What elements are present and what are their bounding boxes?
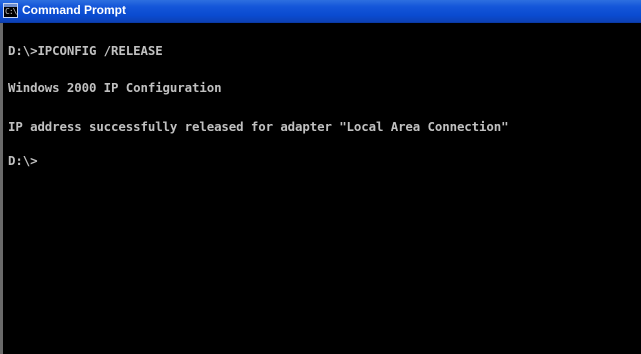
command-prompt-icon[interactable]: C:\ [3,3,18,18]
icon-label: C:\ [5,7,17,16]
console-prompt[interactable]: D:\> [8,154,38,168]
command-prompt-window: C:\ Command Prompt D:\>IPCONFIG /RELEASE… [0,0,641,354]
title-bar[interactable]: C:\ Command Prompt [0,0,641,23]
window-title: Command Prompt [22,3,127,17]
console-line-header: Windows 2000 IP Configuration [8,80,222,95]
console-line-command: D:\>IPCONFIG /RELEASE [8,43,163,58]
console-output[interactable]: D:\>IPCONFIG /RELEASE Windows 2000 IP Co… [0,23,641,354]
console-line-result: IP address successfully released for ada… [8,119,509,134]
